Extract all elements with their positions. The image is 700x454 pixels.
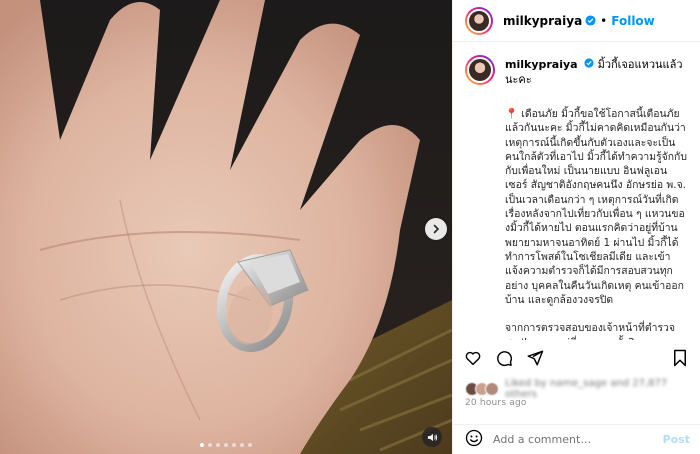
verified-badge-icon	[585, 15, 596, 26]
share-button[interactable]	[525, 348, 545, 368]
carousel-dot	[216, 443, 220, 447]
caption-body: เดือนภัย มิ้วกี้ขอใช้โอกาสนี้เตือนภัยแล้…	[505, 108, 687, 340]
avatar[interactable]	[465, 55, 495, 85]
chevron-right-icon	[433, 224, 440, 234]
caption-username[interactable]: milkypraiya	[505, 58, 578, 71]
carousel-dot	[208, 443, 212, 447]
verified-badge-icon	[584, 58, 594, 68]
emoji-icon	[465, 429, 483, 446]
likes-text[interactable]: Liked by name_sage and 27,877 others	[505, 378, 700, 400]
liker-avatars	[465, 382, 499, 396]
username-link[interactable]: milkypraiya	[503, 14, 582, 28]
comment-input[interactable]: Add a comment…	[493, 433, 663, 446]
follow-button[interactable]: Follow	[611, 14, 655, 28]
carousel-dot	[248, 443, 252, 447]
bookmark-icon	[674, 349, 686, 367]
caption-pin-icon: 📍	[505, 108, 518, 120]
save-button[interactable]	[670, 348, 690, 368]
carousel-dot	[200, 443, 204, 447]
caption-first-line: milkypraiya มิ้วกี้เจอแหวนแล้วนะคะ	[505, 55, 688, 87]
like-button[interactable]	[463, 348, 483, 368]
caption-text: 📍 เดือนภัย มิ้วกี้ขอใช้โอกาสนี้เตือนภัยแ…	[505, 107, 688, 340]
avatar[interactable]	[465, 6, 493, 35]
share-icon	[527, 350, 544, 366]
post-comment-button[interactable]: Post	[663, 433, 690, 446]
post-side-panel: milkypraiya • Follow milkypraiya มิ้วกี้…	[452, 0, 700, 454]
audio-toggle-button[interactable]	[422, 427, 442, 447]
avatar	[485, 382, 499, 396]
comment-icon	[497, 351, 512, 366]
next-slide-button[interactable]	[425, 218, 447, 240]
post-actions	[453, 344, 700, 372]
comment-button[interactable]	[494, 348, 514, 368]
carousel-dot	[232, 443, 236, 447]
separator-dot: •	[600, 13, 608, 28]
post-timestamp[interactable]: 20 hours ago	[465, 398, 527, 408]
carousel-dot	[240, 443, 244, 447]
carousel-indicator	[200, 443, 252, 447]
likes-summary[interactable]: Liked by name_sage and 27,877 others	[465, 378, 700, 400]
carousel-dot	[224, 443, 228, 447]
caption-area[interactable]: milkypraiya มิ้วกี้เจอแหวนแล้วนะคะ 📍 เดื…	[453, 43, 700, 340]
emoji-button[interactable]	[465, 429, 483, 451]
heart-icon	[465, 351, 481, 366]
instagram-post: milkypraiya • Follow milkypraiya มิ้วกี้…	[0, 0, 700, 454]
speaker-icon	[427, 433, 437, 441]
post-header: milkypraiya • Follow	[453, 0, 700, 42]
caption-header: milkypraiya มิ้วกี้เจอแหวนแล้วนะคะ	[465, 55, 688, 87]
comment-bar: Add a comment… Post	[453, 424, 700, 454]
post-media[interactable]	[0, 0, 452, 454]
ring-on-palm-photo	[0, 0, 452, 454]
